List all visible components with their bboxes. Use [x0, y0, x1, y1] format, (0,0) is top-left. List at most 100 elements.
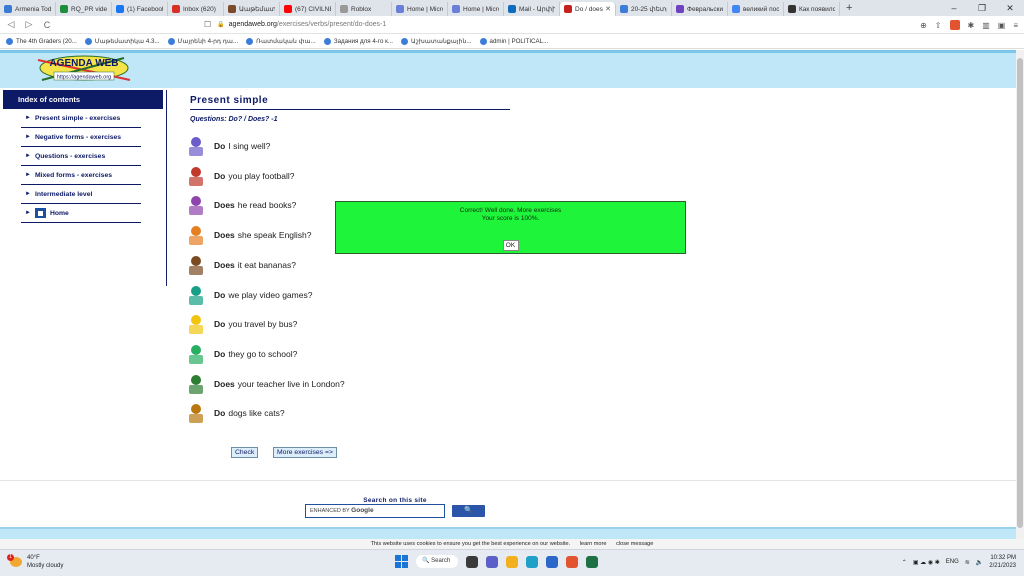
volume-icon[interactable]: 🔈 [976, 559, 983, 566]
weather-widget[interactable]: 1 40°F Mostly cloudy [7, 554, 63, 570]
bookmark-label: Մայրենի 4-րդ դա... [177, 37, 239, 45]
sidebar-item[interactable]: ► Home [21, 204, 141, 223]
auxiliary-verb[interactable]: Does [214, 379, 235, 389]
browser-tab[interactable]: 20-25 փետր [616, 2, 672, 16]
bookmark-item[interactable]: The 4th Graders (20... [6, 37, 77, 45]
auxiliary-verb[interactable]: Does [214, 230, 235, 240]
browser-tab[interactable]: RQ_PR video [56, 2, 112, 16]
taskbar-search[interactable]: 🔍 Search [416, 555, 458, 568]
tray-apps-icon[interactable]: ▣ ☁ ◉ ✱ [913, 559, 940, 566]
bookmarks-bar: The 4th Graders (20... Մաթեմատիկա 4.3... Մ… [0, 34, 1024, 49]
page-title: Present simple [190, 95, 510, 110]
bookmark-item[interactable]: Մաթեմատիկա 4.3... [84, 37, 160, 45]
excel-icon[interactable] [586, 555, 598, 568]
tab-favicon-icon [564, 5, 572, 13]
minimize-button[interactable]: – [940, 0, 968, 16]
hello-girl-icon [189, 226, 203, 246]
question-text: your teacher live in London? [237, 378, 345, 389]
browser-tab[interactable]: Աաթեմատի [224, 2, 280, 16]
edge-icon[interactable] [526, 555, 538, 568]
auxiliary-verb[interactable]: Does [214, 200, 235, 210]
browser-tab[interactable]: Home | Micro [448, 2, 504, 16]
browser-tab-strip: Armenia Tod RQ_PR video (1) Facebook Inbox … [0, 0, 1024, 16]
new-tab-button[interactable]: + [840, 2, 858, 14]
children-icon [189, 344, 203, 364]
taskbar-search-label: Search [431, 558, 451, 564]
share-icon[interactable]: ⇧ [935, 21, 942, 30]
auxiliary-verb[interactable]: Does [214, 260, 235, 270]
browser-tab[interactable]: Do / does ✕ [560, 2, 616, 16]
browser-tab[interactable]: (1) Facebook [112, 2, 168, 16]
sidebar-toggle-icon[interactable]: ▥ [982, 21, 990, 30]
site-search-input[interactable]: ENHANCED BY Google [305, 504, 445, 518]
ok-button[interactable]: OK [502, 240, 519, 251]
question-row: Do you play football? [184, 164, 404, 188]
bookmark-item[interactable]: Задания для 4-го к... [323, 37, 393, 45]
auxiliary-verb[interactable]: Do [214, 319, 225, 329]
cookie-close-link[interactable]: close message [616, 541, 653, 547]
sidebar-item[interactable]: ► Mixed forms - exercises [21, 166, 141, 185]
more-exercises-button[interactable]: More exercises => [273, 447, 337, 458]
page-scrollbar[interactable] [1016, 50, 1024, 540]
menu-icon[interactable]: ≡ [1013, 21, 1018, 30]
tab-label: Home | Micro [463, 5, 499, 13]
sidebar-item[interactable]: ► Questions - exercises [21, 147, 141, 166]
store-icon[interactable] [546, 555, 558, 568]
bookmark-favicon-icon [6, 37, 13, 45]
start-icon[interactable] [395, 555, 408, 568]
question-row: Do dogs like cats? [184, 401, 404, 425]
brave-shield-icon[interactable] [949, 20, 960, 30]
bookmark-item[interactable]: Աշխատանքային... [401, 37, 472, 45]
tab-close-icon[interactable]: ✕ [605, 5, 611, 13]
browser-tab[interactable]: Как появился [784, 2, 840, 16]
browser-tab[interactable]: (67) CIVILNE [280, 2, 336, 16]
wallet-icon[interactable]: ▣ [998, 21, 1006, 30]
browser-tab[interactable]: Home | Micro [392, 2, 448, 16]
task-view-icon[interactable] [466, 555, 478, 568]
auxiliary-verb[interactable]: Do [214, 349, 225, 359]
sidebar-item[interactable]: ► Present simple - exercises [21, 109, 141, 128]
sidebar-item[interactable]: ► Negative forms - exercises [21, 128, 141, 147]
bookmark-item[interactable]: Ռատմական փա... [246, 37, 316, 45]
reload-icon[interactable]: C [40, 20, 54, 30]
forward-icon[interactable]: ▷ [22, 19, 36, 30]
chat-icon[interactable] [486, 555, 498, 568]
back-icon[interactable]: ◁ [4, 19, 18, 30]
browser-tab[interactable]: Armenia Tod [0, 2, 56, 16]
auxiliary-verb[interactable]: Do [214, 408, 225, 418]
file-explorer-icon[interactable] [506, 555, 518, 568]
arrow-right-icon: ► [25, 172, 31, 178]
brave-icon[interactable] [566, 555, 578, 568]
browser-tab[interactable]: Inbox (620) [168, 2, 224, 16]
bookmark-item[interactable]: Մայրենի 4-րդ դա... [167, 37, 239, 45]
scrollbar-thumb[interactable] [1017, 58, 1023, 528]
browser-tab[interactable]: великий пос [728, 2, 784, 16]
site-search-button[interactable]: 🔍 [452, 505, 485, 517]
clock-date: 2/21/2023 [989, 563, 1016, 569]
bookmark-label: The 4th Graders (20... [16, 37, 77, 45]
browser-tab[interactable]: Roblox [336, 2, 392, 16]
browser-tab[interactable]: Февральский [672, 2, 728, 16]
tab-favicon-icon [340, 5, 348, 13]
close-window-button[interactable]: ✕ [996, 0, 1024, 16]
agendaweb-logo[interactable]: AGENDA WEB https://agendaweb.org [24, 50, 144, 88]
extensions-icon[interactable]: ✱ [968, 21, 975, 30]
address-bar[interactable]: 🔒 agendaweb.org/exercises/verbs/present/… [217, 21, 386, 28]
bookmark-icon[interactable]: ☐ [204, 20, 211, 29]
bookmark-item[interactable]: admin | POLITICAL... [479, 37, 548, 45]
wifi-icon[interactable]: ≋ [965, 559, 970, 566]
maximize-button[interactable]: ❐ [968, 0, 996, 16]
sidebar-item[interactable]: ► Intermediate level [21, 185, 141, 204]
auxiliary-verb[interactable]: Do [214, 141, 225, 151]
auxiliary-verb[interactable]: Do [214, 171, 225, 181]
clock[interactable]: 10:32 PM 2/21/2023 [989, 554, 1016, 570]
check-button[interactable]: Check [231, 447, 259, 458]
language-indicator[interactable]: ENG [946, 559, 959, 565]
tray-chevron-icon[interactable]: ⌃ [902, 559, 907, 566]
result-popup: Correct! Well done. More exercises Your … [335, 201, 686, 254]
auxiliary-verb[interactable]: Do [214, 290, 225, 300]
cookie-learn-more-link[interactable]: learn more [580, 541, 607, 547]
zoom-icon[interactable]: ⊕ [920, 21, 927, 30]
browser-tab[interactable]: Mail - Արփի [504, 2, 560, 16]
sidebar-item-label: Mixed forms - exercises [34, 171, 113, 179]
